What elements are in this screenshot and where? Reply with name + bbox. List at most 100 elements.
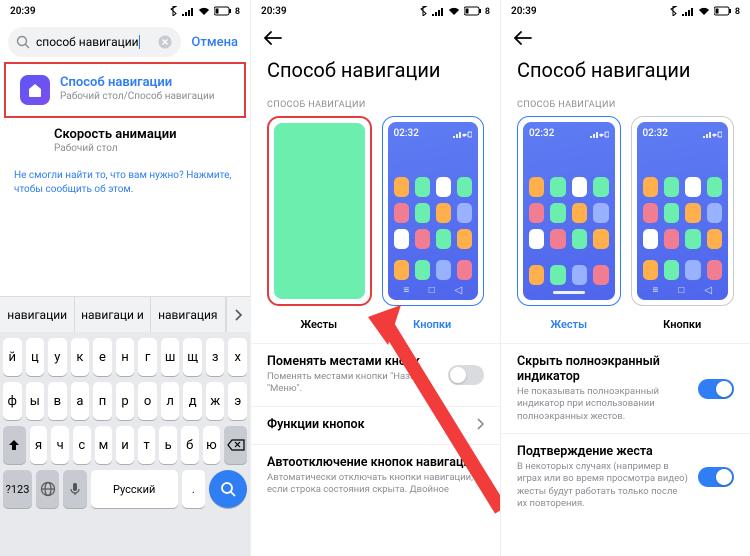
comma-key[interactable] <box>63 470 86 508</box>
arrow-left-icon <box>513 31 533 45</box>
backspace-icon <box>227 439 245 451</box>
key-л[interactable]: л <box>161 382 180 420</box>
suggestion[interactable]: навигации <box>0 297 75 332</box>
key-з[interactable]: з <box>206 338 225 376</box>
toggle[interactable] <box>698 467 734 487</box>
cancel-button[interactable]: Отмена <box>187 35 242 50</box>
key-х[interactable]: х <box>228 338 247 376</box>
mic-icon <box>69 482 81 496</box>
suggestion[interactable]: навигаци и <box>75 297 150 332</box>
key-д[interactable]: д <box>183 382 202 420</box>
search-icon <box>220 481 236 497</box>
key-ф[interactable]: ф <box>3 382 22 420</box>
label-gestures: Жесты <box>267 318 371 331</box>
signal-icon <box>681 6 693 16</box>
label-gestures: Жесты <box>517 318 621 331</box>
setting-button-functions[interactable]: Функции кнопок <box>251 406 500 444</box>
phone-screen-3: 20:39 8 Способ навигации СПОСОБ НАВИГАЦИ… <box>500 0 750 556</box>
key-о[interactable]: о <box>138 382 157 420</box>
status-icons: 8 <box>417 6 490 17</box>
nav-mode-cards: 02:32 02:32≡□◁ <box>501 116 750 306</box>
lang-key[interactable] <box>36 470 59 508</box>
key-ж[interactable]: ж <box>206 382 225 420</box>
setting-auto-hide[interactable]: Автоотключение кнопок навигации Автомати… <box>251 444 500 507</box>
key-в[interactable]: в <box>48 382 67 420</box>
back-button[interactable] <box>513 31 533 48</box>
key-к[interactable]: к <box>71 338 90 376</box>
key-ч[interactable]: ч <box>51 426 69 464</box>
battery-icon <box>214 6 232 16</box>
setting-hide-indicator[interactable]: Скрыть полноэкранный индикатор Не показы… <box>501 343 750 433</box>
key-н[interactable]: н <box>116 338 135 376</box>
key-ц[interactable]: ц <box>26 338 45 376</box>
search-key[interactable] <box>209 470 247 508</box>
key-у[interactable]: у <box>48 338 67 376</box>
card-buttons[interactable]: 02:32≡□◁ <box>631 116 735 306</box>
label-buttons: Кнопки <box>381 318 485 331</box>
key-ш[interactable]: ш <box>161 338 180 376</box>
key-э[interactable]: э <box>228 382 247 420</box>
globe-icon <box>40 481 56 497</box>
key-щ[interactable]: щ <box>183 338 202 376</box>
wifi-icon <box>448 6 460 16</box>
signal-icon <box>181 6 193 16</box>
key-т[interactable]: т <box>138 426 156 464</box>
card-gestures[interactable] <box>267 116 372 306</box>
section-label: СПОСОБ НАВИГАЦИИ <box>251 96 500 116</box>
status-time: 20:39 <box>511 6 537 17</box>
key-п[interactable]: п <box>93 382 112 420</box>
setting-title: Функции кнопок <box>267 417 466 432</box>
key-ю[interactable]: ю <box>203 426 221 464</box>
setting-gesture-confirm[interactable]: Подтверждение жеста В некоторых случаях … <box>501 433 750 520</box>
page-title: Способ навигации <box>501 56 750 96</box>
setting-swap-buttons[interactable]: Поменять местами кнопк Поменять местами … <box>251 343 500 406</box>
toggle[interactable] <box>448 365 484 385</box>
arrow-left-icon <box>263 31 283 45</box>
backspace-key[interactable] <box>224 426 247 464</box>
keyboard-row: ?123 Русский . <box>3 470 247 508</box>
toggle[interactable] <box>698 379 734 399</box>
search-icon <box>16 35 30 49</box>
period-key[interactable]: . <box>182 470 205 508</box>
key-р[interactable]: р <box>116 382 135 420</box>
setting-title: Скрыть полноэкранный индикатор <box>517 354 688 384</box>
setting-sub: В некоторых случаях (например в играх ил… <box>517 461 688 510</box>
key-е[interactable]: е <box>93 338 112 376</box>
key-и[interactable]: и <box>116 426 134 464</box>
search-result-1[interactable]: Способ навигации Рабочий стол/Способ нав… <box>6 66 244 114</box>
search-result-2[interactable]: Скорость анимации Рабочий стол <box>0 118 250 163</box>
space-key[interactable]: Русский <box>91 470 178 508</box>
key-б[interactable]: б <box>181 426 199 464</box>
key-й[interactable]: й <box>3 338 22 376</box>
search-row: способ навигации Отмена <box>0 22 250 62</box>
setting-sub: Автоматически отключать кнопки навигации… <box>267 472 484 497</box>
setting-title: Подтверждение жеста <box>517 444 688 459</box>
suggestion[interactable]: навигация <box>151 297 226 332</box>
card-buttons[interactable]: 02:32≡□◁ <box>382 116 485 306</box>
search-input[interactable]: способ навигации <box>36 35 151 50</box>
help-link[interactable]: Не смогли найти то, что вам нужно? Нажми… <box>0 163 250 209</box>
key-я[interactable]: я <box>30 426 48 464</box>
search-box[interactable]: способ навигации <box>8 27 181 57</box>
wifi-icon <box>698 6 710 16</box>
status-icons: 8 <box>167 6 240 17</box>
wifi-icon <box>198 6 210 16</box>
key-ь[interactable]: ь <box>159 426 177 464</box>
suggestion-more[interactable] <box>226 297 250 332</box>
key-а[interactable]: а <box>71 382 90 420</box>
shift-key[interactable] <box>3 426 26 464</box>
status-bar: 20:39 8 <box>0 0 250 22</box>
key-г[interactable]: г <box>138 338 157 376</box>
setting-title: Автоотключение кнопок навигации <box>267 455 484 470</box>
battery-level: 8 <box>735 7 740 17</box>
card-gestures[interactable]: 02:32 <box>517 116 621 306</box>
key-ы[interactable]: ы <box>26 382 45 420</box>
numeric-key[interactable]: ?123 <box>3 470 32 508</box>
gestures-preview: 02:32 <box>523 122 615 300</box>
result-sub: Рабочий стол/Способ навигации <box>60 91 215 102</box>
key-м[interactable]: м <box>95 426 113 464</box>
bluetooth-icon <box>419 6 427 16</box>
key-с[interactable]: с <box>73 426 91 464</box>
back-button[interactable] <box>263 31 283 48</box>
clear-button[interactable] <box>157 34 173 50</box>
